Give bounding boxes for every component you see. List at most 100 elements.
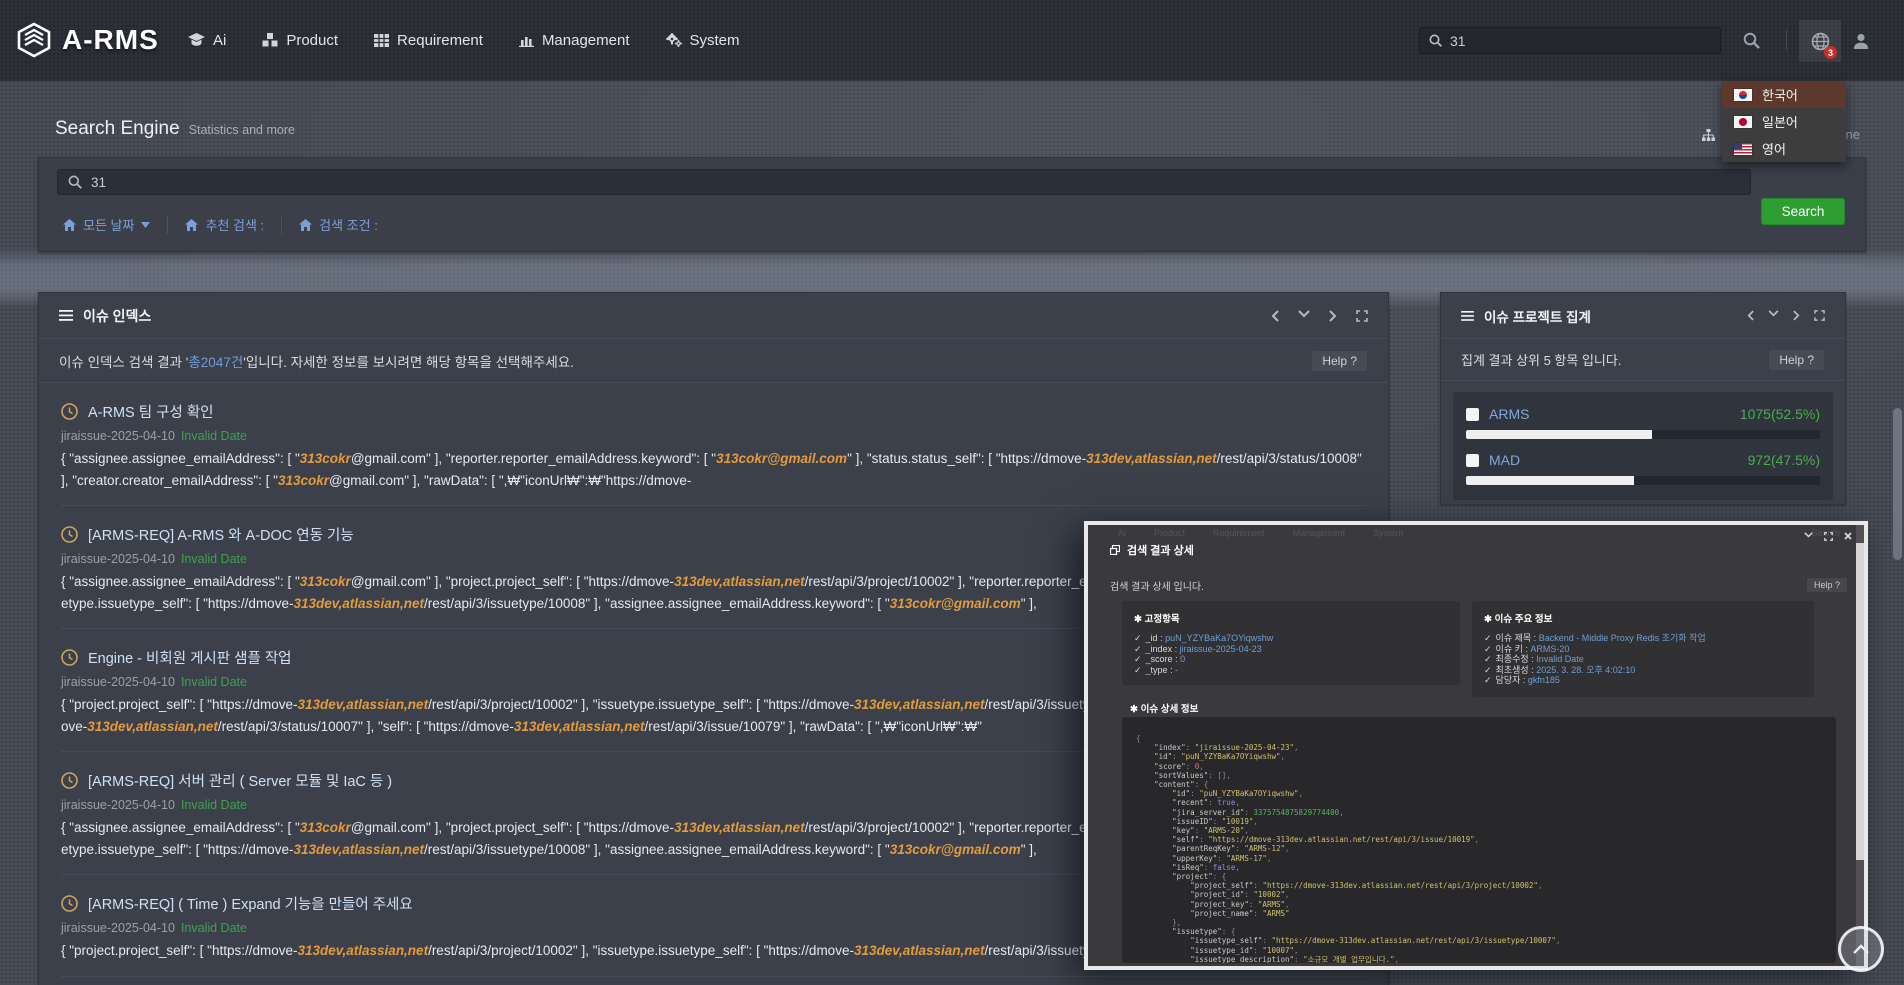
search-detail-modal: AiProductRequirementManagementSystem Sea… bbox=[1084, 521, 1868, 970]
menu-item-system[interactable]: System bbox=[666, 32, 740, 49]
project-link[interactable]: ARMS bbox=[1489, 406, 1529, 422]
cogs-icon bbox=[666, 33, 682, 47]
cubes-icon bbox=[262, 33, 278, 47]
aggregate-message: 집계 결과 상위 5 항목 입니다. Help ? bbox=[1441, 339, 1845, 381]
caret-down-icon bbox=[141, 222, 150, 228]
brand-logo[interactable]: A-RMS bbox=[16, 22, 159, 58]
clock-icon bbox=[61, 526, 78, 543]
menu-item-management[interactable]: Management bbox=[519, 32, 630, 49]
home-icon bbox=[63, 219, 76, 231]
chevron-right-icon[interactable] bbox=[1329, 310, 1337, 322]
maximize-icon[interactable] bbox=[1824, 532, 1833, 541]
modal-message: 검색 결과 상세 입니다. bbox=[1110, 578, 1204, 593]
help-button[interactable]: Help ? bbox=[1806, 577, 1848, 593]
clock-icon bbox=[61, 895, 78, 912]
page-header: Search EngineStatistics and more bbox=[55, 118, 295, 140]
check-icon: ✓ bbox=[1134, 644, 1142, 654]
lang-item-korean[interactable]: 한국어 bbox=[1722, 81, 1846, 108]
filter-all-dates[interactable]: 모든 날짜 bbox=[57, 215, 167, 234]
project-link[interactable]: MAD bbox=[1489, 452, 1520, 468]
modal-window-controls bbox=[1804, 532, 1852, 541]
lang-label: 일본어 bbox=[1762, 112, 1798, 131]
search-button[interactable]: Search bbox=[1761, 198, 1845, 225]
lang-item-english[interactable]: 영어 bbox=[1722, 135, 1846, 162]
bar-chart-icon bbox=[519, 34, 534, 47]
search-icon bbox=[1429, 34, 1442, 47]
modal-scrollbar[interactable] bbox=[1856, 525, 1864, 966]
menu-item-product[interactable]: Product bbox=[262, 32, 338, 49]
chevron-left-icon[interactable] bbox=[1271, 310, 1279, 322]
issue-json-snippet: { "assignee.assignee_emailAddress": [ "3… bbox=[61, 448, 1366, 491]
page-scrollbar-thumb[interactable] bbox=[1893, 408, 1902, 560]
flag-us-icon bbox=[1734, 143, 1752, 155]
chevron-down-icon[interactable] bbox=[1768, 310, 1779, 321]
help-button[interactable]: Help ? bbox=[1311, 350, 1368, 372]
check-icon: ✓ bbox=[1134, 633, 1142, 643]
menu-lines-icon bbox=[59, 310, 73, 321]
menu-item-requirement[interactable]: Requirement bbox=[374, 32, 483, 49]
flag-japan-icon bbox=[1734, 116, 1752, 128]
filter-label: 추천 검색 : bbox=[205, 215, 264, 234]
filter-recommended-search[interactable]: 추천 검색 : bbox=[168, 215, 281, 234]
language-button[interactable]: 3 bbox=[1799, 20, 1841, 62]
user-icon[interactable] bbox=[1852, 32, 1870, 50]
issue-index-message: 이슈 인덱스 검색 결과 '총2047건'입니다. 자세한 정보를 보시려면 해… bbox=[39, 339, 1388, 383]
check-icon: ✓ bbox=[1134, 654, 1142, 664]
checkbox[interactable] bbox=[1466, 454, 1479, 467]
progress-bar bbox=[1466, 430, 1820, 439]
menu-label: Ai bbox=[213, 32, 226, 49]
aggregate-row-mad: MAD 972(47.5%) bbox=[1466, 452, 1820, 485]
chevron-down-icon[interactable] bbox=[1298, 310, 1310, 322]
field-row: ✓최종수정 : Invalid Date bbox=[1484, 654, 1802, 665]
window-icon bbox=[1110, 545, 1120, 555]
filter-search-condition[interactable]: 검색 조건 : bbox=[282, 215, 395, 234]
nav-search-box bbox=[1419, 27, 1721, 54]
page-subtitle: Statistics and more bbox=[189, 123, 295, 137]
box-title: ✱ 이슈 주요 정보 bbox=[1484, 611, 1802, 625]
search-submit-icon[interactable] bbox=[1743, 32, 1760, 49]
issue-detail-code[interactable]: { "index": "jiraissue-2025-04-23", "id":… bbox=[1122, 717, 1836, 963]
checkbox[interactable] bbox=[1466, 408, 1479, 421]
clock-icon bbox=[61, 649, 78, 666]
issue-title-text: [ARMS-REQ] 서버 관리 ( Server 모듈 및 IaC 등 ) bbox=[88, 770, 392, 791]
result-count: 총2047건 bbox=[188, 355, 243, 370]
chevron-left-icon[interactable] bbox=[1747, 310, 1754, 321]
field-row: ✓_score : 0 bbox=[1134, 654, 1448, 665]
modal-message-row: 검색 결과 상세 입니다. Help ? bbox=[1110, 577, 1848, 593]
modal-scrollbar-thumb[interactable] bbox=[1856, 543, 1864, 861]
lang-item-japanese[interactable]: 일본어 bbox=[1722, 108, 1846, 135]
expand-icon bbox=[1814, 310, 1825, 321]
search-panel: Search 모든 날짜 추천 검색 : 검색 조건 : bbox=[38, 157, 1866, 252]
chevron-right-icon[interactable] bbox=[1793, 310, 1800, 321]
main-search-input[interactable] bbox=[91, 175, 1740, 190]
project-aggregate-panel: 이슈 프로젝트 집계 집계 결과 상위 5 항목 입니다. Help ? ARM… bbox=[1440, 292, 1846, 505]
issue-meta: jiraissue-2025-04-10Invalid Date bbox=[61, 429, 1366, 443]
page-scrollbar[interactable] bbox=[1892, 0, 1903, 985]
modal-titlebar: 검색 결과 상세 bbox=[1110, 542, 1194, 558]
check-icon: ✓ bbox=[1484, 633, 1492, 643]
issue-title-link[interactable]: A-RMS 팀 구성 확인 bbox=[61, 401, 1366, 422]
panel-controls bbox=[1747, 310, 1825, 321]
issue-title-text: A-RMS 팀 구성 확인 bbox=[88, 401, 214, 422]
help-button[interactable]: Help ? bbox=[1768, 349, 1825, 371]
nav-search-input[interactable] bbox=[1450, 33, 1711, 49]
field-row: ✓최초생성 : 2025. 3. 28. 오후 4:02:10 bbox=[1484, 665, 1802, 676]
menu-lines-icon bbox=[1461, 311, 1474, 321]
app-root: A-RMS Ai Product Requirement Management … bbox=[0, 0, 1904, 985]
close-icon[interactable] bbox=[1844, 532, 1852, 541]
menu-label: Management bbox=[542, 32, 630, 49]
menu-item-ai[interactable]: Ai bbox=[188, 32, 226, 49]
chevron-up-icon bbox=[1853, 944, 1869, 954]
menu-label: Product bbox=[286, 32, 338, 49]
table-icon bbox=[374, 34, 389, 47]
nav-divider bbox=[1786, 30, 1787, 50]
menu-label: System bbox=[690, 32, 740, 49]
expand-icon[interactable] bbox=[1356, 310, 1368, 322]
field-row: ✓이슈 제목 : Backend - Middle Proxy Redis 초기… bbox=[1484, 633, 1802, 644]
search-icon bbox=[68, 175, 82, 189]
project-count: 972(47.5%) bbox=[1748, 452, 1820, 468]
scroll-to-top-button[interactable] bbox=[1838, 926, 1884, 972]
clock-icon bbox=[61, 403, 78, 420]
filter-label: 모든 날짜 bbox=[83, 215, 134, 234]
collapse-icon[interactable] bbox=[1804, 532, 1813, 541]
